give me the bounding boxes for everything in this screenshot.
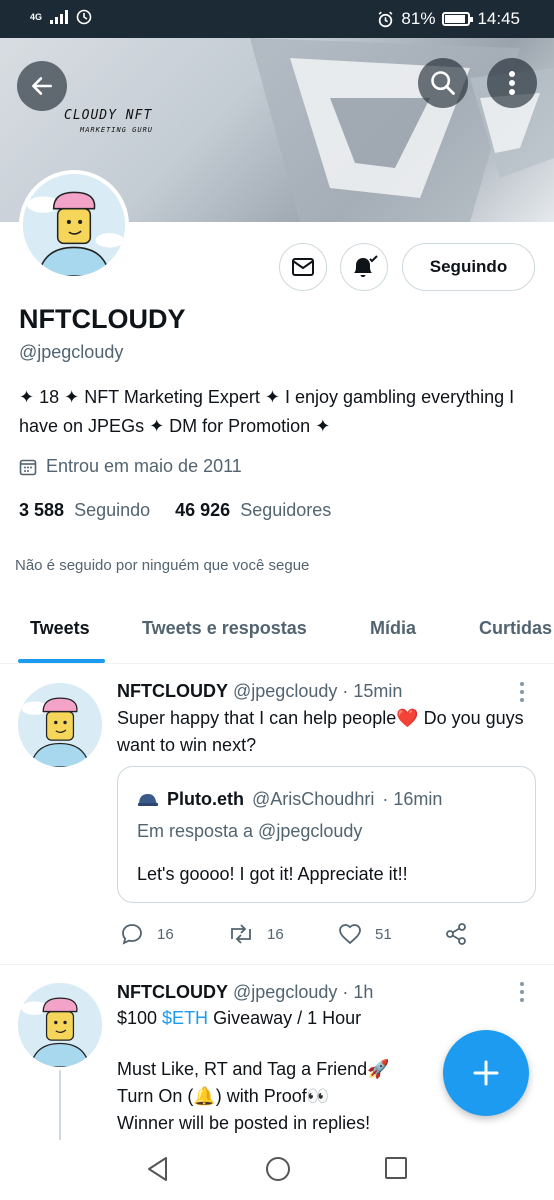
status-bar: 4G 81% 14:45 [0,0,554,38]
nav-back-icon[interactable] [146,1156,170,1182]
cashtag-link[interactable]: $ETH [162,1008,208,1028]
signal-icon [50,10,69,24]
back-button[interactable] [17,61,67,111]
following-count: 3 588 [19,500,65,520]
quote-text: Let's goooo! I got it! Appreciate it!! [137,864,408,884]
not-followed-notice: Não é seguido por ninguém que você segue [15,557,310,574]
tab-media[interactable]: Mídia [370,618,416,639]
avatar-illustration [18,983,102,1067]
quote-time: · 16min [382,789,443,809]
quote-author-name: Pluto.eth [167,789,244,809]
quoted-tweet[interactable]: Pluto.eth @ArisChoudhri · 16min Em respo… [117,766,536,903]
battery-icon [442,12,474,26]
tweet-author-name[interactable]: NFTCLOUDY [117,982,228,1002]
plus-icon [473,1060,499,1086]
share-icon [446,923,466,945]
tweet-text-prefix: $100 [117,1008,163,1028]
retweet-button[interactable]: 16 [227,922,284,946]
search-icon [431,71,455,95]
profile-name: NFTCLOUDY [19,304,186,334]
tweet-time: · 1h [342,982,374,1002]
reply-button[interactable]: 16 [119,922,174,946]
followers-link[interactable]: 46 926 Seguidores [175,500,331,521]
like-count: 51 [375,925,392,943]
bell-check-icon [354,255,378,277]
quote-reply-context: Em resposta a @jpegcloudy [137,821,363,841]
joined-text: Entrou em maio de 2011 [46,456,242,476]
quote-header: Pluto.eth @ArisChoudhri · 16min [137,789,442,810]
mail-icon [292,258,314,276]
joined-date: Entrou em maio de 2011 [19,456,242,477]
network-indicator: 4G [30,11,43,22]
profile-avatar[interactable] [19,170,129,280]
nav-recents-icon[interactable] [384,1156,408,1180]
compose-tweet-button[interactable] [443,1030,529,1116]
retweet-count: 16 [267,925,284,943]
clock-time: 14:45 [477,9,520,28]
following-label: Seguindo [74,500,151,520]
tweet-avatar[interactable] [18,983,102,1067]
tweet-avatar[interactable] [18,683,102,767]
heart-icon [339,924,361,945]
tab-likes[interactable]: Curtidas [479,618,552,639]
reply-count: 16 [157,925,174,943]
message-button[interactable] [279,243,327,291]
search-button[interactable] [418,58,468,108]
system-nav-bar [0,1140,554,1200]
thread-line [59,1070,61,1140]
retweet-icon [231,924,251,944]
clock-icon [76,9,92,25]
quote-author-handle: @ArisChoudhri [252,789,375,809]
more-vertical-icon [509,71,515,95]
follow-counts: 3 588 Seguindo 46 926 Seguidores [19,500,331,521]
tweet-author-name[interactable]: NFTCLOUDY [117,681,228,701]
tweet-author-handle[interactable]: @jpegcloudy [233,681,337,701]
tweet-author-handle[interactable]: @jpegcloudy [233,982,337,1002]
tweet-more-button[interactable] [520,682,526,706]
notifications-button[interactable] [340,243,388,291]
tweet-line-1: $100 $ETH Giveaway / 1 Hour [117,1005,537,1032]
reply-icon [122,924,142,945]
like-button[interactable]: 51 [337,922,392,946]
tweet-more-button[interactable] [520,982,526,1006]
profile-bio: ✦ 18 ✦ NFT Marketing Expert ✦ I enjoy ga… [19,387,515,436]
following-button[interactable]: Seguindo [402,243,535,291]
cap-icon [138,793,158,806]
calendar-icon [19,459,37,475]
profile-handle: @jpegcloudy [19,342,124,362]
active-tab-indicator [18,659,105,663]
nav-home-icon[interactable] [265,1156,291,1182]
more-options-button[interactable] [487,58,537,108]
following-link[interactable]: 3 588 Seguindo [19,500,150,521]
tweet-text: Super happy that I can help people❤️ Do … [117,708,524,755]
avatar-illustration [18,683,102,767]
tab-tweets[interactable]: Tweets [30,618,90,639]
followers-count: 46 926 [175,500,231,520]
arrow-left-icon [32,77,52,95]
followers-label: Seguidores [240,500,332,520]
alarm-icon [378,10,393,27]
avatar-illustration [23,174,125,276]
share-button[interactable] [443,922,469,946]
tweet-header: NFTCLOUDY @jpegcloudy · 1h [117,982,373,1003]
tweet-actions: 16 16 51 [117,922,477,948]
tweet-header: NFTCLOUDY @jpegcloudy · 15min [117,681,402,702]
profile-tabs: Tweets Tweets e respostas Mídia Curtidas [0,600,554,664]
tweet-text-suffix: Giveaway / 1 Hour [208,1008,362,1028]
tab-tweets-and-replies[interactable]: Tweets e respostas [142,618,307,639]
banner-brand: CLOUDY NFT [64,108,153,123]
battery-percent: 81% [401,9,436,28]
banner-subtitle: MARKETING GURU [80,126,154,134]
tweet-time: · 15min [342,681,403,701]
